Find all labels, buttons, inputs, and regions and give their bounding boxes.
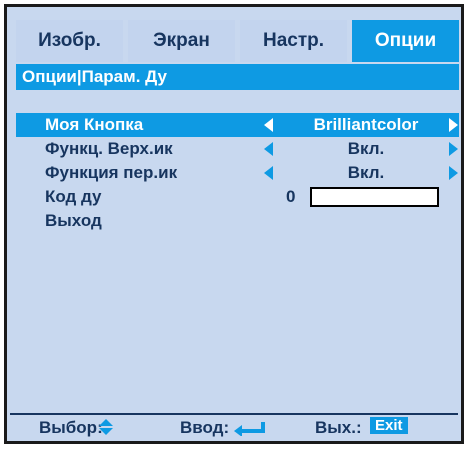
menu-item-exit[interactable]: Выход (16, 209, 459, 233)
osd-menu: Изобр. Экран Настр. Опции Опции|Парам. Д… (4, 4, 464, 444)
menu-item-label: Функция пер.ик (45, 163, 178, 182)
right-arrow-icon[interactable] (449, 142, 458, 156)
tab-bar: Изобр. Экран Настр. Опции (16, 20, 459, 62)
left-arrow-icon[interactable] (264, 142, 273, 156)
menu-item-top-ir[interactable]: Функц. Верх.ик Вкл. (16, 137, 459, 161)
remote-code-input[interactable] (310, 187, 439, 207)
exit-hint-label: Вых.: (315, 418, 362, 437)
menu-item-remote-code[interactable]: Код ду 0 (16, 185, 459, 209)
menu-item-value: Brilliantcolor (313, 115, 419, 134)
menu-item-my-button[interactable]: Моя Кнопка Brilliantcolor (16, 113, 459, 137)
breadcrumb: Опции|Парам. Ду (16, 64, 459, 90)
enter-hint-label: Ввод: (180, 418, 230, 437)
menu-item-label: Код ду (45, 187, 102, 206)
tab-options[interactable]: Опции (352, 20, 459, 62)
menu-item-label: Функц. Верх.ик (45, 139, 173, 158)
menu-item-value: Вкл. (347, 139, 385, 158)
menu-item-label: Моя Кнопка (45, 115, 144, 134)
footer-hints: Выбор: Ввод: Вых.: Exit (10, 413, 458, 438)
menu-item-front-ir[interactable]: Функция пер.ик Вкл. (16, 161, 459, 185)
left-arrow-icon[interactable] (264, 166, 273, 180)
up-down-arrow-icon (98, 418, 114, 441)
exit-key-badge: Exit (370, 417, 408, 434)
right-arrow-icon[interactable] (449, 166, 458, 180)
menu-item-value: Вкл. (347, 163, 385, 182)
tab-settings[interactable]: Настр. (240, 20, 347, 62)
right-arrow-icon[interactable] (449, 118, 458, 132)
select-hint-label: Выбор: (39, 418, 103, 437)
menu-item-label: Выход (45, 211, 102, 230)
enter-return-icon (234, 421, 266, 441)
tab-screen[interactable]: Экран (128, 20, 235, 62)
left-arrow-icon[interactable] (264, 118, 273, 132)
tab-image[interactable]: Изобр. (16, 20, 123, 62)
remote-code-value: 0 (286, 187, 296, 206)
